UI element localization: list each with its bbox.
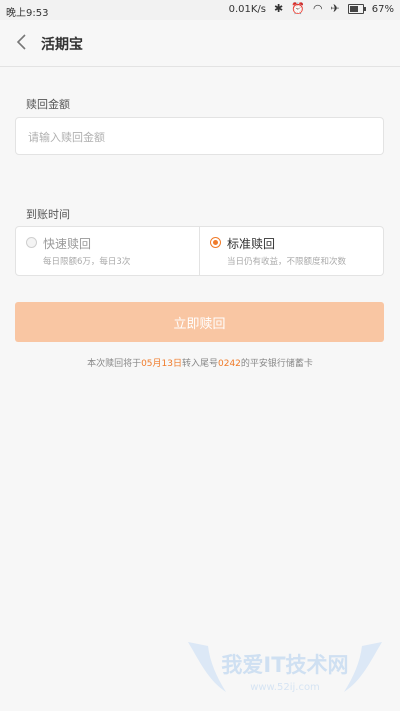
note-card-number: 0242	[218, 359, 241, 369]
svg-text:我爱IT技术网: 我爱IT技术网	[221, 653, 348, 677]
option-description: 当日仍有收益，不限额度和次数	[227, 257, 347, 267]
bluetooth-icon: ✱	[274, 2, 284, 15]
note-date: 05月13日	[141, 359, 182, 369]
network-speed: 0.01K/s	[228, 3, 267, 15]
option-standard-redeem[interactable]: 标准赎回 当日仍有收益，不限额度和次数	[199, 227, 383, 275]
page-title: 活期宝	[41, 37, 83, 53]
arrival-time-label: 到账时间	[26, 208, 70, 221]
wifi-icon: ◠	[312, 2, 323, 15]
battery-icon	[347, 4, 366, 14]
option-fast-redeem[interactable]: 快速赎回 每日限额6万，每日3次	[16, 227, 199, 275]
note-prefix: 本次赎回将于	[87, 359, 142, 369]
watermark-logo: 我爱IT技术网 www.52ij.com	[188, 642, 382, 693]
status-icons: 0.01K/s ✱ ⏰ ◠ ✈ 67%	[229, 3, 394, 15]
airplane-icon: ✈	[330, 2, 340, 15]
svg-text:www.52ij.com: www.52ij.com	[250, 682, 320, 693]
note-suffix: 的平安银行储蓄卡	[240, 359, 313, 369]
battery-percent: 67%	[371, 3, 394, 15]
option-title: 快速赎回	[43, 237, 92, 251]
status-bar: 晚上9:53 0.01K/s ✱ ⏰ ◠ ✈ 67%	[0, 0, 400, 20]
back-arrow-icon[interactable]	[14, 32, 32, 52]
app-header: 活期宝	[0, 20, 400, 67]
redemption-type-selector: 快速赎回 每日限额6万，每日3次 标准赎回 当日仍有收益，不限额度和次数	[15, 226, 384, 276]
amount-input[interactable]	[26, 118, 360, 156]
radio-unchecked-icon[interactable]	[26, 237, 37, 248]
amount-label: 赎回金额	[26, 98, 70, 111]
alarm-icon: ⏰	[291, 2, 305, 15]
status-time: 晚上9:53	[6, 8, 49, 19]
option-description: 每日限额6万，每日3次	[43, 257, 131, 267]
redemption-note: 本次赎回将于05月13日转入尾号0242的平安银行储蓄卡	[0, 356, 400, 369]
amount-field[interactable]	[15, 117, 384, 156]
option-title: 标准赎回	[227, 237, 276, 251]
radio-checked-icon[interactable]	[210, 237, 221, 248]
redeem-now-button[interactable]: 立即赎回	[15, 302, 384, 342]
note-middle: 转入尾号	[181, 359, 218, 369]
